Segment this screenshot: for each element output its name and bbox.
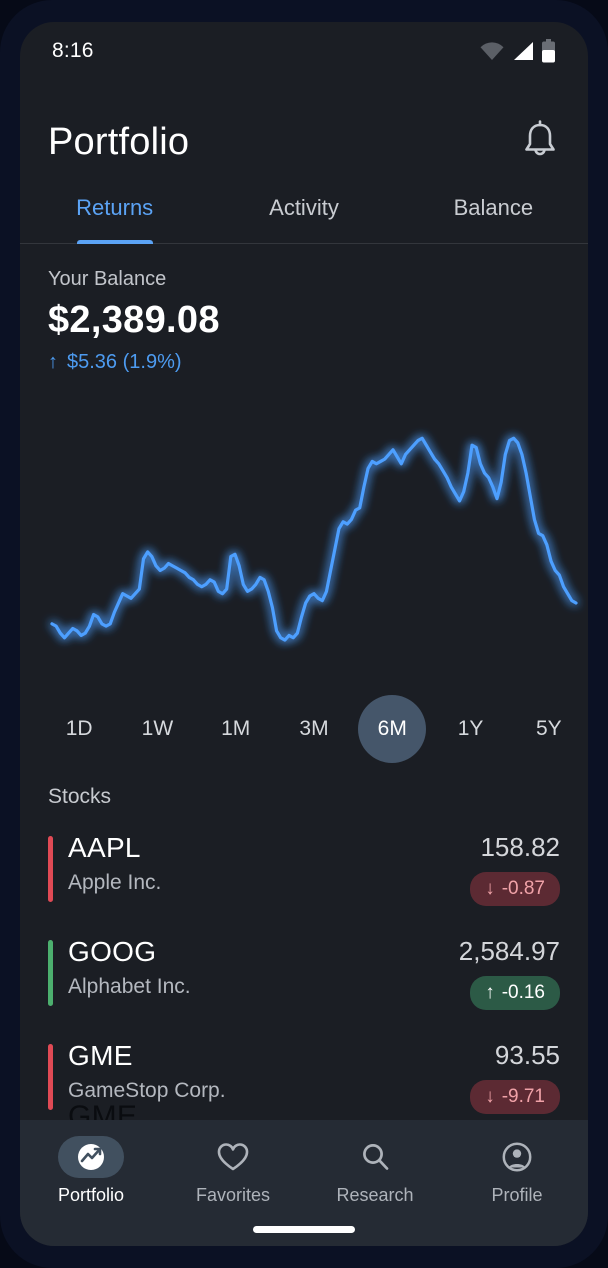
tab-label: Returns — [76, 195, 153, 221]
range-label: 6M — [358, 695, 426, 763]
range-option-5y[interactable]: 5Y — [510, 694, 588, 764]
nav-item-research[interactable]: Research — [304, 1136, 446, 1206]
nav-label: Research — [336, 1185, 413, 1206]
table-row[interactable]: GME GameStop Corp. GME 93.55 ↓ -9.71 — [20, 1030, 588, 1120]
badge-value: -0.16 — [502, 982, 545, 1004]
status-bar: 8:16 — [20, 22, 588, 80]
nav-label: Favorites — [196, 1185, 270, 1206]
tab-activity[interactable]: Activity — [209, 190, 398, 243]
battery-icon — [541, 39, 556, 63]
balance-change-value: $5.36 (1.9%) — [67, 351, 182, 374]
range-option-6m[interactable]: 6M — [353, 694, 431, 764]
person-circle-icon — [484, 1136, 550, 1178]
row-accent-bar — [48, 940, 53, 1006]
badge-value: -9.71 — [502, 1086, 545, 1108]
range-option-1y[interactable]: 1Y — [431, 694, 509, 764]
stock-right: 2,584.97 ↑ -0.16 — [459, 936, 560, 1010]
status-bar-time: 8:16 — [52, 39, 94, 63]
stock-price: 158.82 — [480, 832, 560, 863]
change-up-arrow-icon: ↑ — [48, 351, 58, 374]
badge-value: -0.87 — [502, 878, 545, 900]
range-label: 1W — [123, 695, 191, 763]
tab-bar: Returns Activity Balance — [20, 190, 588, 244]
stock-name: Apple Inc. — [68, 871, 161, 895]
wifi-icon — [479, 41, 505, 61]
page-title: Portfolio — [48, 121, 189, 164]
tab-label: Balance — [454, 195, 534, 221]
arrow-down-icon: ↓ — [485, 878, 495, 900]
stock-right: 93.55 ↓ -9.71 — [470, 1040, 560, 1114]
status-badge: ↓ -0.87 — [470, 872, 560, 906]
balance-label: Your Balance — [48, 268, 220, 291]
range-label: 1Y — [437, 695, 505, 763]
table-row[interactable]: AAPL Apple Inc. 158.82 ↓ -0.87 — [20, 822, 588, 926]
stock-price: 2,584.97 — [459, 936, 560, 967]
nav-label: Profile — [491, 1185, 542, 1206]
status-badge: ↑ -0.16 — [470, 976, 560, 1010]
stocks-section-title: Stocks — [48, 785, 111, 809]
stock-symbol-ghost: GME — [68, 1100, 137, 1120]
tab-balance[interactable]: Balance — [399, 190, 588, 243]
tab-returns[interactable]: Returns — [20, 190, 209, 243]
phone-screen: 8:16 Portfolio — [20, 22, 588, 1246]
balance-block: Your Balance $2,389.08 ↑ $5.36 (1.9%) — [48, 268, 220, 374]
status-bar-icons — [479, 39, 556, 63]
stock-list[interactable]: AAPL Apple Inc. 158.82 ↓ -0.87 GOOG Alph… — [20, 822, 588, 1120]
stock-symbol: GME — [68, 1040, 226, 1072]
range-option-1m[interactable]: 1M — [197, 694, 275, 764]
app-header: Portfolio — [20, 108, 588, 176]
stock-name: Alphabet Inc. — [68, 975, 191, 999]
portfolio-line-chart[interactable] — [40, 410, 588, 666]
range-label: 3M — [280, 695, 348, 763]
arrow-up-icon: ↑ — [485, 982, 495, 1004]
tab-label: Activity — [269, 195, 339, 221]
balance-change: ↑ $5.36 (1.9%) — [48, 351, 220, 374]
tab-active-underline — [77, 240, 153, 244]
range-option-1d[interactable]: 1D — [40, 694, 118, 764]
range-label: 1D — [45, 695, 113, 763]
search-icon — [342, 1136, 408, 1178]
chart-line-path — [52, 438, 576, 640]
range-option-1w[interactable]: 1W — [118, 694, 196, 764]
nav-item-profile[interactable]: Profile — [446, 1136, 588, 1206]
balance-amount: $2,389.08 — [48, 299, 220, 342]
status-badge: ↓ -9.71 — [470, 1080, 560, 1114]
nav-label: Portfolio — [58, 1185, 124, 1206]
table-row[interactable]: GOOG Alphabet Inc. 2,584.97 ↑ -0.16 — [20, 926, 588, 1030]
nav-item-portfolio[interactable]: Portfolio — [20, 1136, 162, 1206]
range-label: 5Y — [515, 695, 583, 763]
arrow-down-icon: ↓ — [485, 1086, 495, 1108]
stock-info: GOOG Alphabet Inc. — [48, 936, 191, 999]
phone-frame: 8:16 Portfolio — [0, 0, 608, 1268]
row-accent-bar — [48, 836, 53, 902]
stock-price: 93.55 — [495, 1040, 560, 1071]
range-label: 1M — [202, 695, 270, 763]
cellular-signal-icon — [511, 41, 535, 61]
stock-info: GME GameStop Corp. — [48, 1040, 226, 1103]
stock-symbol: GOOG — [68, 936, 191, 968]
row-accent-bar — [48, 1044, 53, 1110]
bell-icon[interactable] — [520, 119, 560, 166]
range-selector: 1D 1W 1M 3M 6M 1Y 5Y — [40, 694, 588, 764]
stock-right: 158.82 ↓ -0.87 — [470, 832, 560, 906]
range-option-3m[interactable]: 3M — [275, 694, 353, 764]
home-indicator — [253, 1226, 355, 1233]
nav-item-favorites[interactable]: Favorites — [162, 1136, 304, 1206]
heart-icon — [200, 1136, 266, 1178]
stock-info: AAPL Apple Inc. — [48, 832, 161, 895]
chart-circle-icon — [58, 1136, 124, 1178]
stock-symbol: AAPL — [68, 832, 161, 864]
